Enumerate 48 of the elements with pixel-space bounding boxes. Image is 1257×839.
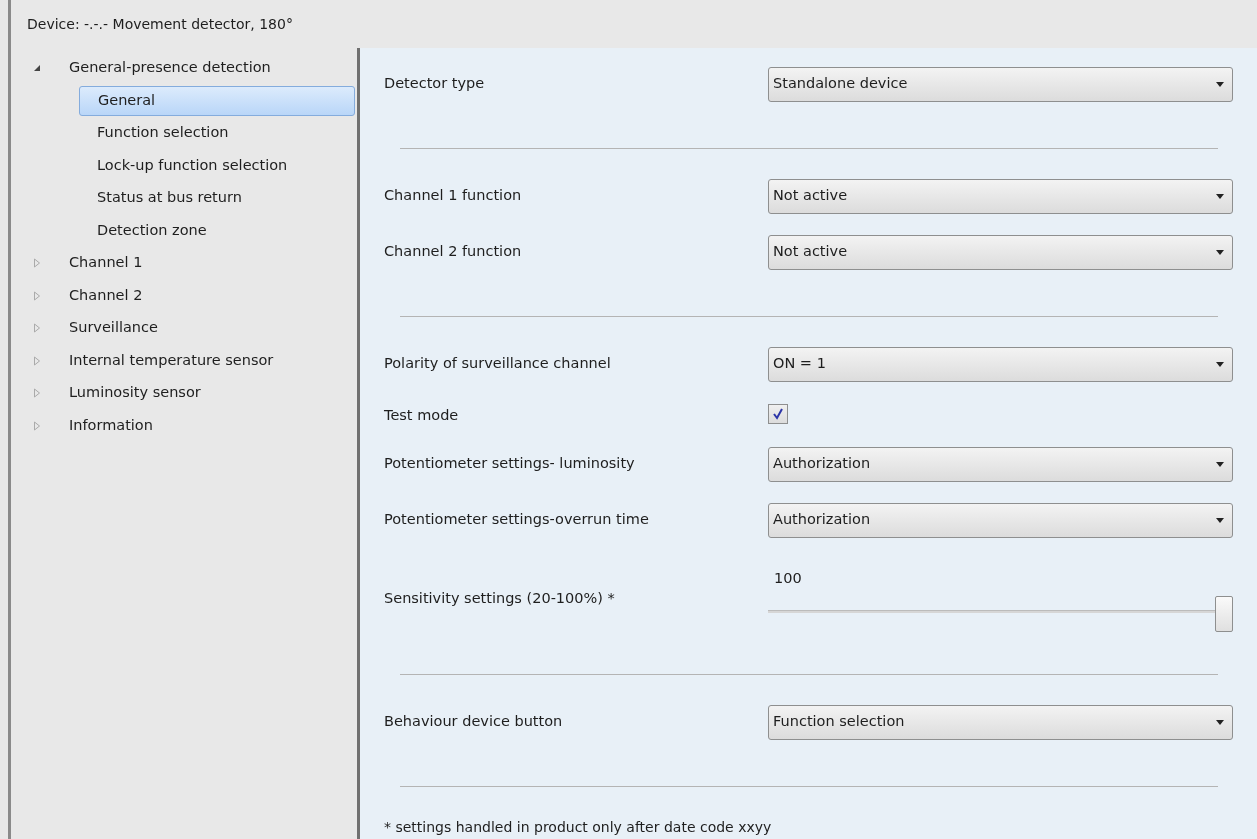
dropdown[interactable]: Not active xyxy=(768,234,1233,270)
slider-value: 100 xyxy=(774,569,802,589)
tree-item[interactable]: General xyxy=(79,85,355,116)
expand-triangle-icon[interactable] xyxy=(33,323,41,334)
expand-triangle-icon[interactable] xyxy=(33,355,41,366)
setting-label: Potentiometer settings-overrun time xyxy=(383,510,650,530)
dropdown[interactable]: Standalone device xyxy=(768,66,1233,102)
slider-thumb[interactable] xyxy=(1215,596,1233,632)
caret-icon xyxy=(1216,461,1224,467)
checkbox[interactable] xyxy=(768,404,788,424)
expand-triangle-icon[interactable] xyxy=(33,258,41,269)
dropdown[interactable]: Function selection xyxy=(768,704,1233,740)
dropdown[interactable]: Authorization xyxy=(768,502,1233,538)
tree-item[interactable]: Channel 2 xyxy=(69,280,143,311)
caret-icon xyxy=(1216,719,1224,725)
setting-label: Polarity of surveillance channel xyxy=(383,354,612,374)
tree-item[interactable]: Channel 1 xyxy=(69,248,143,279)
setting-label: Channel 2 function xyxy=(383,242,523,262)
setting-label: Behaviour device button xyxy=(383,712,564,732)
caret-icon xyxy=(1216,193,1224,199)
setting-label: Test mode xyxy=(383,406,460,426)
caret-icon xyxy=(1216,81,1224,87)
tree-item[interactable]: Status at bus return xyxy=(79,183,242,214)
caret-icon xyxy=(1216,249,1224,255)
tree-item[interactable]: General-presence detection xyxy=(69,53,271,84)
dropdown[interactable]: Not active xyxy=(768,178,1233,214)
expand-triangle-icon[interactable] xyxy=(33,420,41,431)
setting-label: Sensitivity settings (20-100%) * xyxy=(383,589,616,609)
tree-item[interactable]: Function selection xyxy=(79,118,229,149)
footnote: * settings handled in product only after date code xxyy xyxy=(383,817,773,837)
tree-item[interactable]: Information xyxy=(69,410,153,441)
collapse-triangle-icon[interactable] xyxy=(33,63,41,74)
check-mark-icon xyxy=(772,408,784,420)
tree-item[interactable]: Detection zone xyxy=(79,215,207,246)
setting-label: Detector type xyxy=(383,74,486,94)
tree-item[interactable]: Surveillance xyxy=(69,313,158,344)
window-title: Device: -.-.- Movement detector, 180° xyxy=(27,14,293,34)
caret-icon xyxy=(1216,361,1224,367)
setting-label: Potentiometer settings- luminosity xyxy=(383,454,636,474)
dropdown[interactable]: Authorization xyxy=(768,446,1233,482)
setting-label: Channel 1 function xyxy=(383,186,523,206)
tree-item[interactable]: Luminosity sensor xyxy=(69,378,201,409)
tree-item[interactable]: Lock-up function selection xyxy=(79,150,288,181)
tree-item[interactable]: Internal temperature sensor xyxy=(69,345,274,376)
expand-triangle-icon[interactable] xyxy=(33,290,41,301)
dropdown[interactable]: ON = 1 xyxy=(768,346,1233,382)
caret-icon xyxy=(1216,517,1224,523)
expand-triangle-icon[interactable] xyxy=(33,388,41,399)
